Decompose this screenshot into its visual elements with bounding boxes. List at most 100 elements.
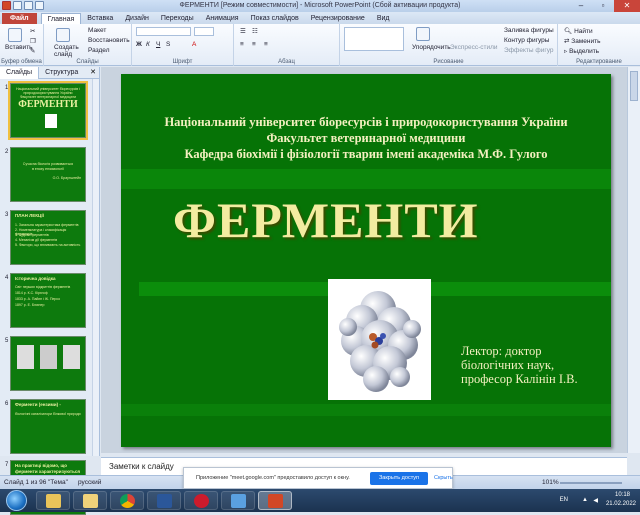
tab-animation[interactable]: Анимация: [200, 13, 245, 24]
slide-thumbnail[interactable]: Національний університет біоресурсів і п…: [8, 81, 88, 140]
lecturer-line: біологічних наук,: [461, 358, 555, 372]
panel-scrollbar[interactable]: [92, 79, 99, 456]
clock-time[interactable]: 10:18: [615, 492, 630, 498]
taskbar-word[interactable]: [147, 491, 181, 510]
decor-band: [121, 169, 611, 189]
font-name-select[interactable]: [136, 27, 191, 36]
slides-group: Создать слайд Макет Восстановить Раздел …: [44, 24, 132, 66]
thumbnail-number: 3: [5, 212, 9, 218]
thumbnail-line: 1814 р. К.С. Кірхгоф: [15, 291, 48, 295]
new-slide-icon[interactable]: [56, 28, 70, 42]
thumbnail-image: [45, 114, 57, 128]
align-left-icon[interactable]: ≡: [240, 41, 244, 48]
taskbar-powerpoint[interactable]: [258, 491, 292, 510]
tab-home[interactable]: Главная: [40, 13, 82, 24]
copy-icon[interactable]: ❐: [30, 37, 36, 45]
tab-slides[interactable]: Слайды: [0, 67, 40, 79]
thumbnail-title: ФЕРМЕНТИ: [18, 99, 78, 110]
ribbon-tabs: Файл Главная Вставка Дизайн Переходы Ани…: [0, 12, 640, 24]
start-button[interactable]: [6, 490, 27, 511]
tab-design[interactable]: Дизайн: [119, 13, 155, 24]
new-slide-button[interactable]: Создать слайд: [54, 44, 79, 58]
thumbnail-line: 1833 р. А. Пайєн і Ж. Персо: [15, 297, 61, 301]
scroll-thumb[interactable]: [630, 71, 638, 101]
close-button[interactable]: ✕: [614, 0, 640, 12]
shape-outline-button[interactable]: Контур фигуры: [504, 37, 549, 44]
window-controls: – ▫ ✕: [570, 0, 640, 12]
align-right-icon[interactable]: ≡: [264, 41, 268, 48]
paragraph-group: ☰ ☷ ≡ ≡ ≡ Абзац: [234, 24, 340, 66]
numbering-icon[interactable]: ☷: [252, 27, 258, 35]
slide-faculty: Факультет ветеринарної медицини: [266, 131, 466, 145]
taskbar-explorer[interactable]: [36, 491, 70, 510]
format-painter-icon[interactable]: ✎: [30, 47, 35, 55]
arrange-button[interactable]: Упорядочить: [412, 44, 451, 51]
shapes-gallery[interactable]: [344, 27, 404, 51]
stop-sharing-button[interactable]: Закрыть доступ: [370, 472, 428, 485]
taskbar-chrome[interactable]: [110, 491, 144, 510]
layout-button[interactable]: Макет: [88, 27, 106, 34]
lecturer-info: Лектор: доктор біологічних наук, професо…: [461, 344, 601, 386]
align-center-icon[interactable]: ≡: [252, 41, 256, 48]
shape-effects-button[interactable]: Эффекты фигур: [504, 47, 554, 54]
minimize-button[interactable]: –: [570, 0, 592, 12]
slide-thumbnail[interactable]: Історична довідка Світ перших відкриттів…: [10, 273, 86, 328]
tab-transitions[interactable]: Переходы: [155, 13, 200, 24]
notification-text: Приложение "meet.google.com" предоставил…: [196, 475, 350, 481]
clock-date[interactable]: 21.02.2022: [606, 501, 636, 507]
slide-thumbnail[interactable]: [10, 336, 86, 391]
shape-fill-button[interactable]: Заливка фигуры: [504, 27, 554, 34]
underline-icon[interactable]: Ч: [156, 41, 160, 48]
taskbar-files[interactable]: [73, 491, 107, 510]
taskbar-opera[interactable]: [184, 491, 218, 510]
maximize-button[interactable]: ▫: [592, 0, 614, 12]
arrange-icon[interactable]: [416, 27, 430, 41]
express-styles-button[interactable]: Экспресс-стили: [450, 44, 498, 51]
tab-file[interactable]: Файл: [2, 13, 37, 24]
strikethrough-icon[interactable]: S: [166, 41, 170, 48]
font-color-icon[interactable]: A: [192, 41, 196, 48]
zoom-level[interactable]: 101%: [542, 479, 559, 486]
input-language[interactable]: EN: [560, 497, 568, 503]
powerpoint-app-icon[interactable]: [2, 1, 11, 10]
bold-icon[interactable]: Ж: [136, 41, 142, 48]
tab-view[interactable]: Вид: [371, 13, 396, 24]
thumbnail-number: 1: [5, 85, 9, 91]
current-slide[interactable]: Національний університет біоресурсів і п…: [121, 74, 611, 447]
cut-icon[interactable]: ✂: [30, 27, 35, 35]
paste-icon[interactable]: [8, 28, 22, 42]
slides-panel: Слайды Структура ✕ 1 Національний універ…: [0, 67, 100, 515]
paste-button[interactable]: Вставить: [5, 44, 33, 51]
undo-icon[interactable]: [24, 1, 33, 10]
zoom-slider[interactable]: [560, 482, 622, 484]
language[interactable]: русский: [78, 479, 101, 486]
section-button[interactable]: Раздел: [88, 47, 109, 54]
tab-slideshow[interactable]: Показ слайдов: [245, 13, 305, 24]
slide-thumbnail[interactable]: ПЛАН ЛЕКЦІЇ 1. Загальна характеристика ф…: [10, 210, 86, 265]
font-size-select[interactable]: [194, 27, 214, 36]
tab-outline[interactable]: Структура: [39, 67, 84, 79]
thumbnail-line: Ферменти (ензими) -: [15, 402, 61, 407]
chrome-icon: [120, 494, 135, 508]
replace-button[interactable]: ⇄ Заменить: [564, 37, 600, 45]
enzyme-image: [328, 279, 431, 400]
tab-insert[interactable]: Вставка: [81, 13, 119, 24]
editor-scrollbar[interactable]: [627, 67, 640, 453]
taskbar-mail[interactable]: [221, 491, 255, 510]
slide-thumbnail[interactable]: Ферменти (ензими) - біологічні каталізат…: [10, 399, 86, 454]
title-bar: ФЕРМЕНТИ [Режим совместимости] - Microso…: [0, 0, 640, 12]
redo-icon[interactable]: [35, 1, 44, 10]
reset-button[interactable]: Восстановить: [88, 37, 130, 44]
close-panel-icon[interactable]: ✕: [90, 67, 100, 78]
bullets-icon[interactable]: ☰: [240, 27, 246, 35]
find-button[interactable]: 🔍︎ Найти: [564, 27, 593, 35]
save-icon[interactable]: [13, 1, 22, 10]
volume-icon[interactable]: ◀: [593, 497, 598, 504]
drawing-group: Упорядочить Экспресс-стили Заливка фигур…: [340, 24, 558, 66]
italic-icon[interactable]: К: [146, 41, 150, 48]
hide-button[interactable]: Скрыть: [434, 472, 453, 485]
tab-review[interactable]: Рецензирование: [305, 13, 371, 24]
select-button[interactable]: ▹ Выделить: [564, 47, 599, 55]
network-icon[interactable]: ▲: [582, 497, 588, 503]
slide-thumbnail[interactable]: Сучасна біологія розвивається в епоху ен…: [10, 147, 86, 202]
